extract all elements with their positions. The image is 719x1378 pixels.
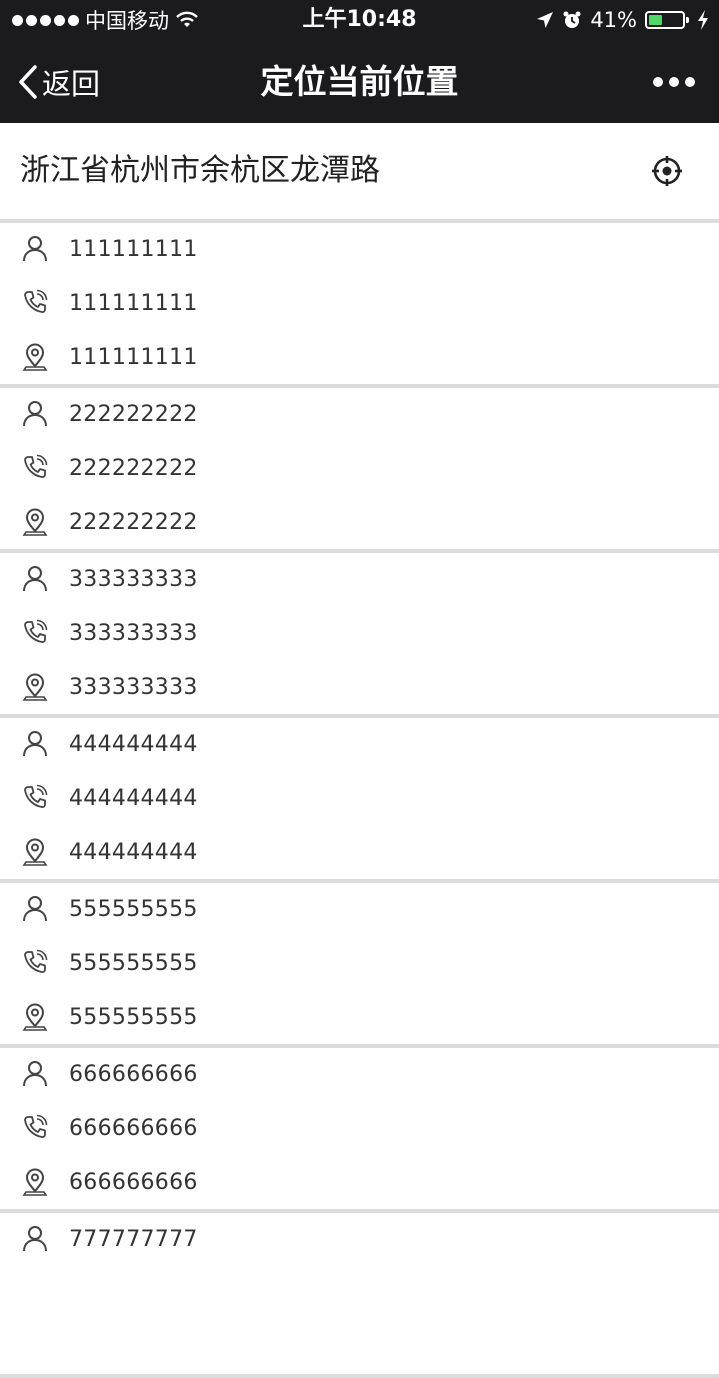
contact-card[interactable]: 444444444 444444444 444444444 — [0, 718, 719, 883]
battery-icon — [645, 11, 689, 29]
contact-phone: 444444444 — [69, 786, 198, 811]
contact-phone: 333333333 — [69, 621, 198, 646]
contact-name-row: 666666666 — [0, 1048, 719, 1102]
back-button[interactable]: 返回 — [18, 40, 100, 123]
contact-name: 111111111 — [69, 237, 198, 262]
contact-address-row: 333333333 — [0, 661, 719, 715]
contact-address: 222222222 — [69, 510, 198, 535]
person-icon — [23, 896, 47, 922]
contact-name: 222222222 — [69, 402, 198, 427]
back-label: 返回 — [42, 66, 101, 101]
contact-name-row: 222222222 — [0, 388, 719, 442]
contact-list: 111111111 111111111 111111111 222222222 … — [0, 223, 719, 1378]
contact-address: 666666666 — [69, 1170, 198, 1195]
phone-icon — [24, 1114, 48, 1138]
contact-name-row: 777777777 — [0, 1213, 719, 1267]
status-right: 41% — [536, 0, 709, 40]
status-bar: 中国移动 上午10:48 41% — [0, 0, 719, 40]
contact-name-row: 555555555 — [0, 883, 719, 937]
current-address: 浙江省杭州市余杭区龙潭路 — [20, 153, 380, 188]
contact-name: 333333333 — [69, 567, 198, 592]
wifi-icon — [176, 11, 198, 27]
more-dot — [669, 76, 679, 87]
contact-phone: 222222222 — [69, 456, 198, 481]
location-pin-icon — [22, 343, 48, 371]
contact-address: 444444444 — [69, 840, 198, 865]
location-pin-icon — [22, 1168, 48, 1196]
contact-phone: 666666666 — [69, 1116, 198, 1141]
location-pin-icon — [22, 838, 48, 866]
charging-bolt-icon — [698, 10, 708, 30]
current-address-bar: 浙江省杭州市余杭区龙潭路 — [0, 123, 719, 219]
battery-fill — [649, 15, 663, 25]
person-icon — [23, 401, 47, 427]
contact-phone-row: 333333333 — [0, 607, 719, 661]
contact-address-row: 666666666 — [0, 1156, 719, 1210]
location-pin-icon — [22, 508, 48, 536]
phone-icon — [24, 949, 48, 973]
contact-name-row: 333333333 — [0, 553, 719, 607]
page-title: 定位当前位置 — [260, 62, 459, 101]
phone-icon — [24, 289, 48, 313]
contact-card[interactable]: 111111111 111111111 111111111 — [0, 223, 719, 388]
more-dot — [653, 76, 663, 87]
status-left: 中国移动 — [12, 0, 199, 40]
contact-card[interactable]: 666666666 666666666 666666666 — [0, 1048, 719, 1213]
phone-icon — [24, 454, 48, 478]
contact-card[interactable]: 555555555 555555555 555555555 — [0, 883, 719, 1048]
location-pin-icon — [22, 1003, 48, 1031]
person-icon — [23, 1226, 47, 1252]
contact-card[interactable]: 222222222 222222222 222222222 — [0, 388, 719, 553]
contact-name-row: 444444444 — [0, 718, 719, 772]
locate-icon[interactable] — [651, 155, 683, 187]
contact-phone-row: 666666666 — [0, 1102, 719, 1156]
contact-card[interactable]: 333333333 333333333 333333333 — [0, 553, 719, 718]
contact-card[interactable]: 777777777 — [0, 1213, 719, 1378]
contact-phone-row: 444444444 — [0, 772, 719, 826]
more-options-button[interactable] — [653, 40, 695, 123]
person-icon — [23, 731, 47, 757]
person-icon — [23, 566, 47, 592]
contact-phone-row: 111111111 — [0, 277, 719, 331]
contact-phone: 111111111 — [69, 291, 198, 316]
chevron-left-icon — [19, 64, 37, 99]
phone-icon — [24, 619, 48, 643]
carrier-label: 中国移动 — [85, 9, 169, 33]
contact-name-row: 111111111 — [0, 223, 719, 277]
contact-address-row: 555555555 — [0, 991, 719, 1045]
more-dot — [685, 76, 695, 87]
battery-percent: 41% — [590, 8, 637, 32]
alarm-icon — [563, 11, 581, 28]
contact-address: 555555555 — [69, 1005, 198, 1030]
contact-address-row: 111111111 — [0, 331, 719, 385]
contact-name: 555555555 — [69, 897, 198, 922]
location-pin-icon — [22, 673, 48, 701]
contact-address-row: 222222222 — [0, 496, 719, 550]
contact-phone-row: 222222222 — [0, 442, 719, 496]
contact-phone: 555555555 — [69, 951, 198, 976]
location-arrow-icon — [537, 12, 554, 28]
person-icon — [23, 1061, 47, 1087]
navigation-bar: 返回 定位当前位置 — [0, 40, 719, 123]
contact-address: 333333333 — [69, 675, 198, 700]
contact-name: 444444444 — [69, 732, 198, 757]
contact-phone-row: 555555555 — [0, 937, 719, 991]
contact-address: 111111111 — [69, 345, 198, 370]
contact-name: 777777777 — [69, 1227, 198, 1252]
person-icon — [23, 236, 47, 262]
signal-dots-icon — [12, 14, 79, 26]
contact-name: 666666666 — [69, 1062, 198, 1087]
phone-icon — [24, 784, 48, 808]
contact-address-row: 444444444 — [0, 826, 719, 880]
